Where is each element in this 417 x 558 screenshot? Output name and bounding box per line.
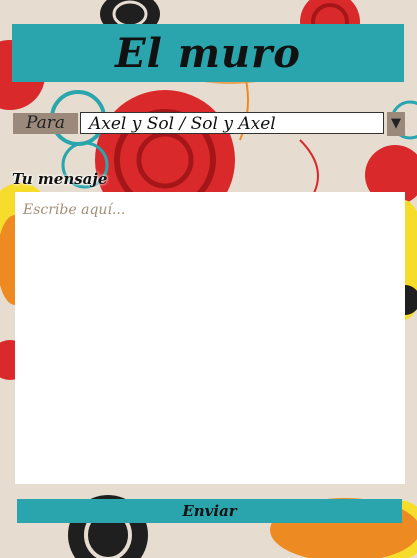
recipient-label: Para (13, 113, 78, 134)
recipient-row: Para Axel y Sol / Sol y Axel ▼ (13, 112, 405, 136)
header-banner: El muro (12, 24, 404, 82)
send-button[interactable]: Enviar (17, 499, 402, 523)
message-textarea[interactable]: Escribe aquí... (15, 192, 405, 484)
message-placeholder: Escribe aquí... (23, 202, 126, 218)
message-label: Tu mensaje (12, 170, 108, 188)
page-title: El muro (115, 29, 301, 77)
recipient-select[interactable]: Axel y Sol / Sol y Axel (80, 112, 384, 134)
chevron-down-icon[interactable]: ▼ (387, 112, 405, 136)
